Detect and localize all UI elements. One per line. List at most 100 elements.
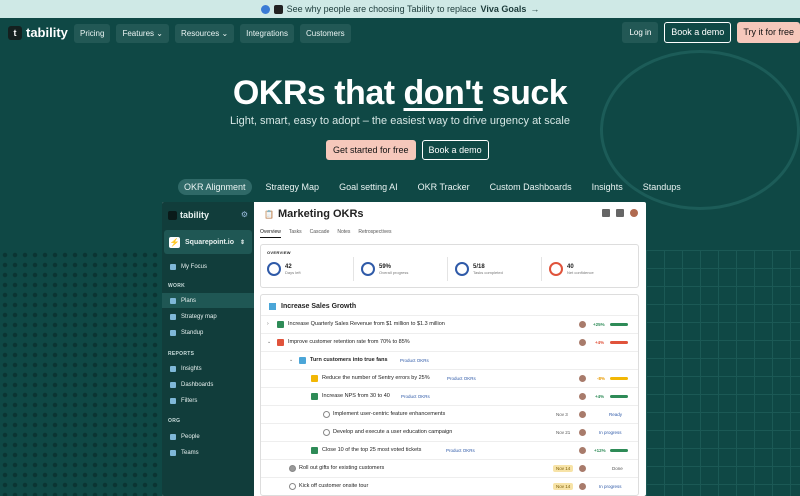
nav-resources[interactable]: Resources ⌄: [174, 24, 235, 43]
plan-tag[interactable]: Product OKRs: [400, 358, 429, 363]
sidebar-item-people[interactable]: People: [162, 429, 254, 444]
chevron-down-icon[interactable]: ⌄: [289, 357, 293, 363]
lock-icon[interactable]: [602, 209, 610, 217]
table-row[interactable]: Develop and execute a user education cam…: [261, 423, 638, 440]
task-checkbox[interactable]: [289, 482, 296, 490]
status-square-icon: [311, 374, 318, 382]
nav-integrations[interactable]: Integrations: [240, 24, 294, 43]
sidebar-item-teams[interactable]: Teams: [162, 445, 254, 460]
task-checkbox[interactable]: [323, 428, 330, 436]
avatar: [579, 446, 586, 454]
sidebar-header-org: ORG: [168, 418, 181, 424]
sidebar-item-my-focus[interactable]: My Focus: [162, 259, 254, 274]
app-preview: tability ⚙ ⚡ Squarepoint.io ⇕ My Focus W…: [162, 202, 646, 496]
task-checkbox[interactable]: [323, 410, 330, 418]
status-select[interactable]: In progress: [596, 429, 625, 436]
sidebar-item-label: Insights: [181, 365, 202, 372]
sidebar-item-dashboards[interactable]: Dashboards: [162, 377, 254, 392]
nav-features[interactable]: Features ⌄: [116, 24, 169, 43]
sidebar-header-work: WORK: [168, 283, 186, 289]
row-pct: +4%: [595, 339, 605, 345]
sidebar-logo[interactable]: tability: [168, 210, 209, 220]
status-square-icon: [311, 446, 318, 454]
avatar: [579, 320, 586, 328]
chevron-down-icon[interactable]: ⌄: [267, 339, 271, 345]
row-text: Improve customer retention rate from 70%…: [288, 339, 410, 345]
due-date: Nov 3: [556, 411, 568, 417]
gear-icon[interactable]: ⚙: [241, 210, 248, 219]
sidebar-item-label: Dashboards: [181, 381, 214, 388]
avatar[interactable]: [630, 209, 638, 217]
get-started-button[interactable]: Get started for free: [326, 140, 416, 160]
viva-goals-icon: [260, 4, 270, 14]
arrow-right-icon: →: [530, 4, 540, 14]
table-row[interactable]: ⌄ Turn customers into true fans Product …: [261, 351, 638, 368]
tab-okr-alignment[interactable]: OKR Alignment: [178, 179, 252, 195]
nav-pricing[interactable]: Pricing: [74, 24, 111, 43]
avatar: [579, 392, 586, 400]
task-checkbox-done[interactable]: [289, 464, 296, 472]
plan-tag[interactable]: Product OKRs: [446, 448, 475, 453]
due-date: Nov 14: [553, 464, 574, 472]
sidebar-item-standup[interactable]: Standup: [162, 325, 254, 340]
stat-caption: Overall progress: [379, 269, 409, 275]
status-select[interactable]: In progress: [596, 483, 625, 490]
table-row[interactable]: Increase NPS from 30 to 40 Product OKRs …: [261, 387, 638, 404]
table-row[interactable]: Reduce the number of Sentry errors by 25…: [261, 369, 638, 386]
overview-card: OVERVIEW 42 Days left 59% Overall progress…: [260, 244, 639, 288]
book-demo-button[interactable]: Book a demo: [664, 22, 732, 43]
avatar: [579, 464, 586, 472]
table-row[interactable]: Implement user-centric feature enhanceme…: [261, 405, 638, 422]
announcement-banner[interactable]: See why people are choosing Tability to …: [0, 0, 800, 18]
table-row[interactable]: Close 10 of the top 25 most voted ticket…: [261, 441, 638, 458]
nav-customers[interactable]: Customers: [299, 24, 351, 43]
sidebar-item-label: My Focus: [181, 263, 208, 270]
try-free-button[interactable]: Try it for free: [737, 22, 800, 43]
status-select[interactable]: Ready: [606, 411, 625, 418]
tab-standups[interactable]: Standups: [637, 179, 687, 195]
banner-emph: Viva Goals: [480, 4, 527, 14]
plan-tag[interactable]: Product OKRs: [447, 376, 476, 381]
sidebar-item-strategy-map[interactable]: Strategy map: [162, 309, 254, 324]
chevron-right-icon[interactable]: ›: [267, 321, 269, 327]
present-icon[interactable]: [616, 209, 624, 217]
tasks-ring-icon: [455, 262, 469, 276]
dashboards-icon: [170, 381, 176, 388]
stat-caption: Days left: [285, 269, 301, 275]
confidence-ring-icon: [549, 262, 563, 276]
clock-icon: [267, 262, 281, 276]
login-button[interactable]: Log in: [622, 22, 659, 43]
goal-title[interactable]: Increase Sales Growth: [269, 303, 356, 310]
tab-okr-tracker[interactable]: OKR Tracker: [412, 179, 476, 195]
tab-retrospectives[interactable]: Retrospectives: [358, 229, 391, 238]
app-sidebar: tability ⚙ ⚡ Squarepoint.io ⇕ My Focus W…: [162, 202, 254, 496]
hero-book-demo-button[interactable]: Book a demo: [421, 140, 489, 160]
tab-strategy-map[interactable]: Strategy Map: [260, 179, 326, 195]
sidebar-item-insights[interactable]: Insights: [162, 361, 254, 376]
tab-tasks[interactable]: Tasks: [289, 229, 302, 238]
status-square-icon: [277, 320, 284, 328]
row-pct: +12%: [594, 447, 606, 453]
tab-goal-setting-ai[interactable]: Goal setting AI: [333, 179, 404, 195]
table-row[interactable]: Kick off customer onsite tour Nov 14 In …: [261, 477, 638, 494]
workspace-switcher[interactable]: ⚡ Squarepoint.io ⇕: [164, 230, 252, 254]
tab-cascade[interactable]: Cascade: [310, 229, 330, 238]
row-pct: +25%: [593, 321, 605, 327]
logo[interactable]: t tability: [8, 25, 68, 40]
tab-overview[interactable]: Overview: [260, 229, 281, 238]
tab-custom-dashboards[interactable]: Custom Dashboards: [484, 179, 578, 195]
nav-features-label: Features: [122, 29, 155, 38]
sidebar-item-plans[interactable]: Plans: [162, 293, 254, 308]
tab-notes[interactable]: Notes: [337, 229, 350, 238]
sidebar-item-label: Teams: [181, 449, 199, 456]
table-row[interactable]: Roll out gifts for existing customers No…: [261, 459, 638, 476]
tab-insights[interactable]: Insights: [586, 179, 629, 195]
sidebar-item-filters[interactable]: Filters: [162, 393, 254, 408]
hero-title-pre: OKRs that: [232, 74, 395, 112]
table-row[interactable]: ⌄ Improve customer retention rate from 7…: [261, 333, 638, 350]
status-select[interactable]: Done: [609, 465, 626, 472]
nav-resources-label: Resources: [180, 29, 220, 38]
plan-tag[interactable]: Product OKRs: [401, 394, 430, 399]
table-row[interactable]: › Increase Quarterly Sales Revenue from …: [261, 315, 638, 332]
chevron-down-icon: ⌄: [221, 29, 229, 38]
